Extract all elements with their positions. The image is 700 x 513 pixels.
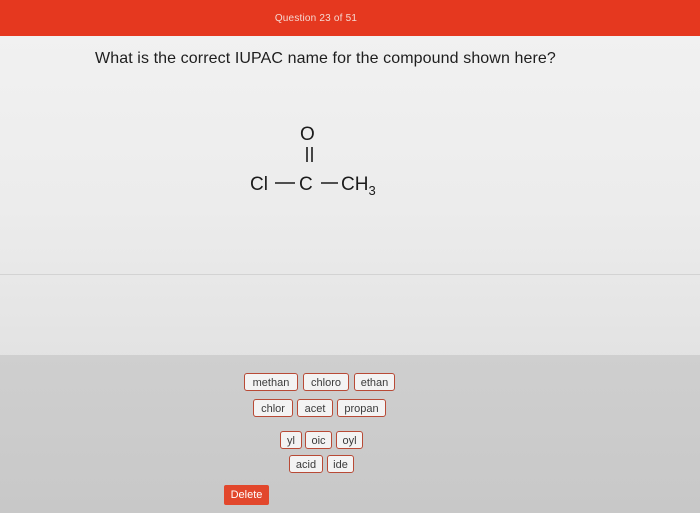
tile-chloro[interactable]: chloro	[303, 373, 349, 391]
question-text: What is the correct IUPAC name for the c…	[95, 50, 556, 67]
question-counter: Question 23 of 51	[274, 12, 358, 24]
tile-oic[interactable]: oic	[305, 431, 332, 449]
quiz-page: Question 23 of 51 What is the correct IU…	[0, 0, 700, 513]
tile-yl[interactable]: yl	[280, 431, 302, 449]
tile-acet[interactable]: acet	[297, 399, 333, 417]
structure-chlorine-label: Cl	[250, 174, 268, 195]
question-header-bar: Question 23 of 51	[0, 0, 700, 36]
structure-drawing: O Cl C CH3	[250, 124, 376, 198]
delete-button[interactable]: Delete	[224, 485, 269, 505]
tile-ethan[interactable]: ethan	[354, 373, 395, 391]
tile-ide[interactable]: ide	[327, 455, 354, 473]
tile-acid[interactable]: acid	[289, 455, 323, 473]
tile-methan[interactable]: methan	[244, 373, 298, 391]
tile-oyl[interactable]: oyl	[336, 431, 363, 449]
structure-carbon-label: C	[299, 174, 313, 195]
section-divider	[0, 274, 700, 275]
chemical-structure: O Cl C CH3	[240, 110, 420, 210]
tile-chlor[interactable]: chlor	[253, 399, 293, 417]
structure-methyl-label: CH3	[341, 174, 376, 198]
tile-propan[interactable]: propan	[337, 399, 386, 417]
structure-oxygen-label: O	[300, 124, 315, 145]
